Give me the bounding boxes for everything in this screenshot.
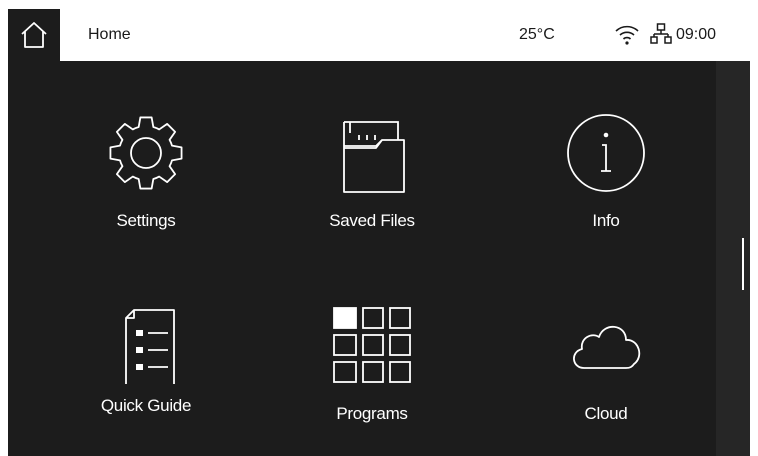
info-label: Info bbox=[592, 211, 620, 230]
gear-icon bbox=[109, 116, 183, 190]
device-screen: Home 25°C 09:00 Settings Saved Files Inf… bbox=[8, 9, 750, 456]
saved-files-tile[interactable]: Saved Files bbox=[272, 101, 472, 271]
quick-guide-tile[interactable]: Quick Guide bbox=[46, 294, 246, 456]
quick-guide-label: Quick Guide bbox=[100, 396, 192, 415]
scrollbar-track[interactable] bbox=[716, 61, 750, 456]
folder-icon bbox=[343, 121, 405, 193]
cloud-label: Cloud bbox=[584, 404, 628, 423]
network-icon bbox=[650, 23, 672, 44]
programs-label: Programs bbox=[336, 404, 408, 423]
cloud-tile[interactable]: Cloud bbox=[506, 294, 706, 456]
cloud-icon bbox=[573, 325, 641, 369]
programs-tile[interactable]: Programs bbox=[272, 294, 472, 456]
settings-label: Settings bbox=[116, 211, 176, 230]
home-button[interactable] bbox=[8, 9, 60, 61]
settings-tile[interactable]: Settings bbox=[46, 101, 246, 271]
scrollbar-thumb[interactable] bbox=[742, 238, 744, 290]
wifi-icon bbox=[615, 25, 639, 45]
home-icon bbox=[21, 22, 47, 48]
saved-files-label: Saved Files bbox=[329, 211, 415, 230]
program-grid-icon bbox=[333, 307, 411, 383]
info-icon bbox=[567, 114, 645, 192]
info-tile[interactable]: Info bbox=[506, 101, 706, 271]
clock: 09:00 bbox=[676, 26, 717, 43]
status-bar: Home 25°C 09:00 bbox=[8, 9, 750, 61]
checklist-icon bbox=[125, 309, 175, 384]
temperature-readout: 25°C bbox=[519, 26, 555, 43]
page-title: Home bbox=[88, 26, 131, 43]
